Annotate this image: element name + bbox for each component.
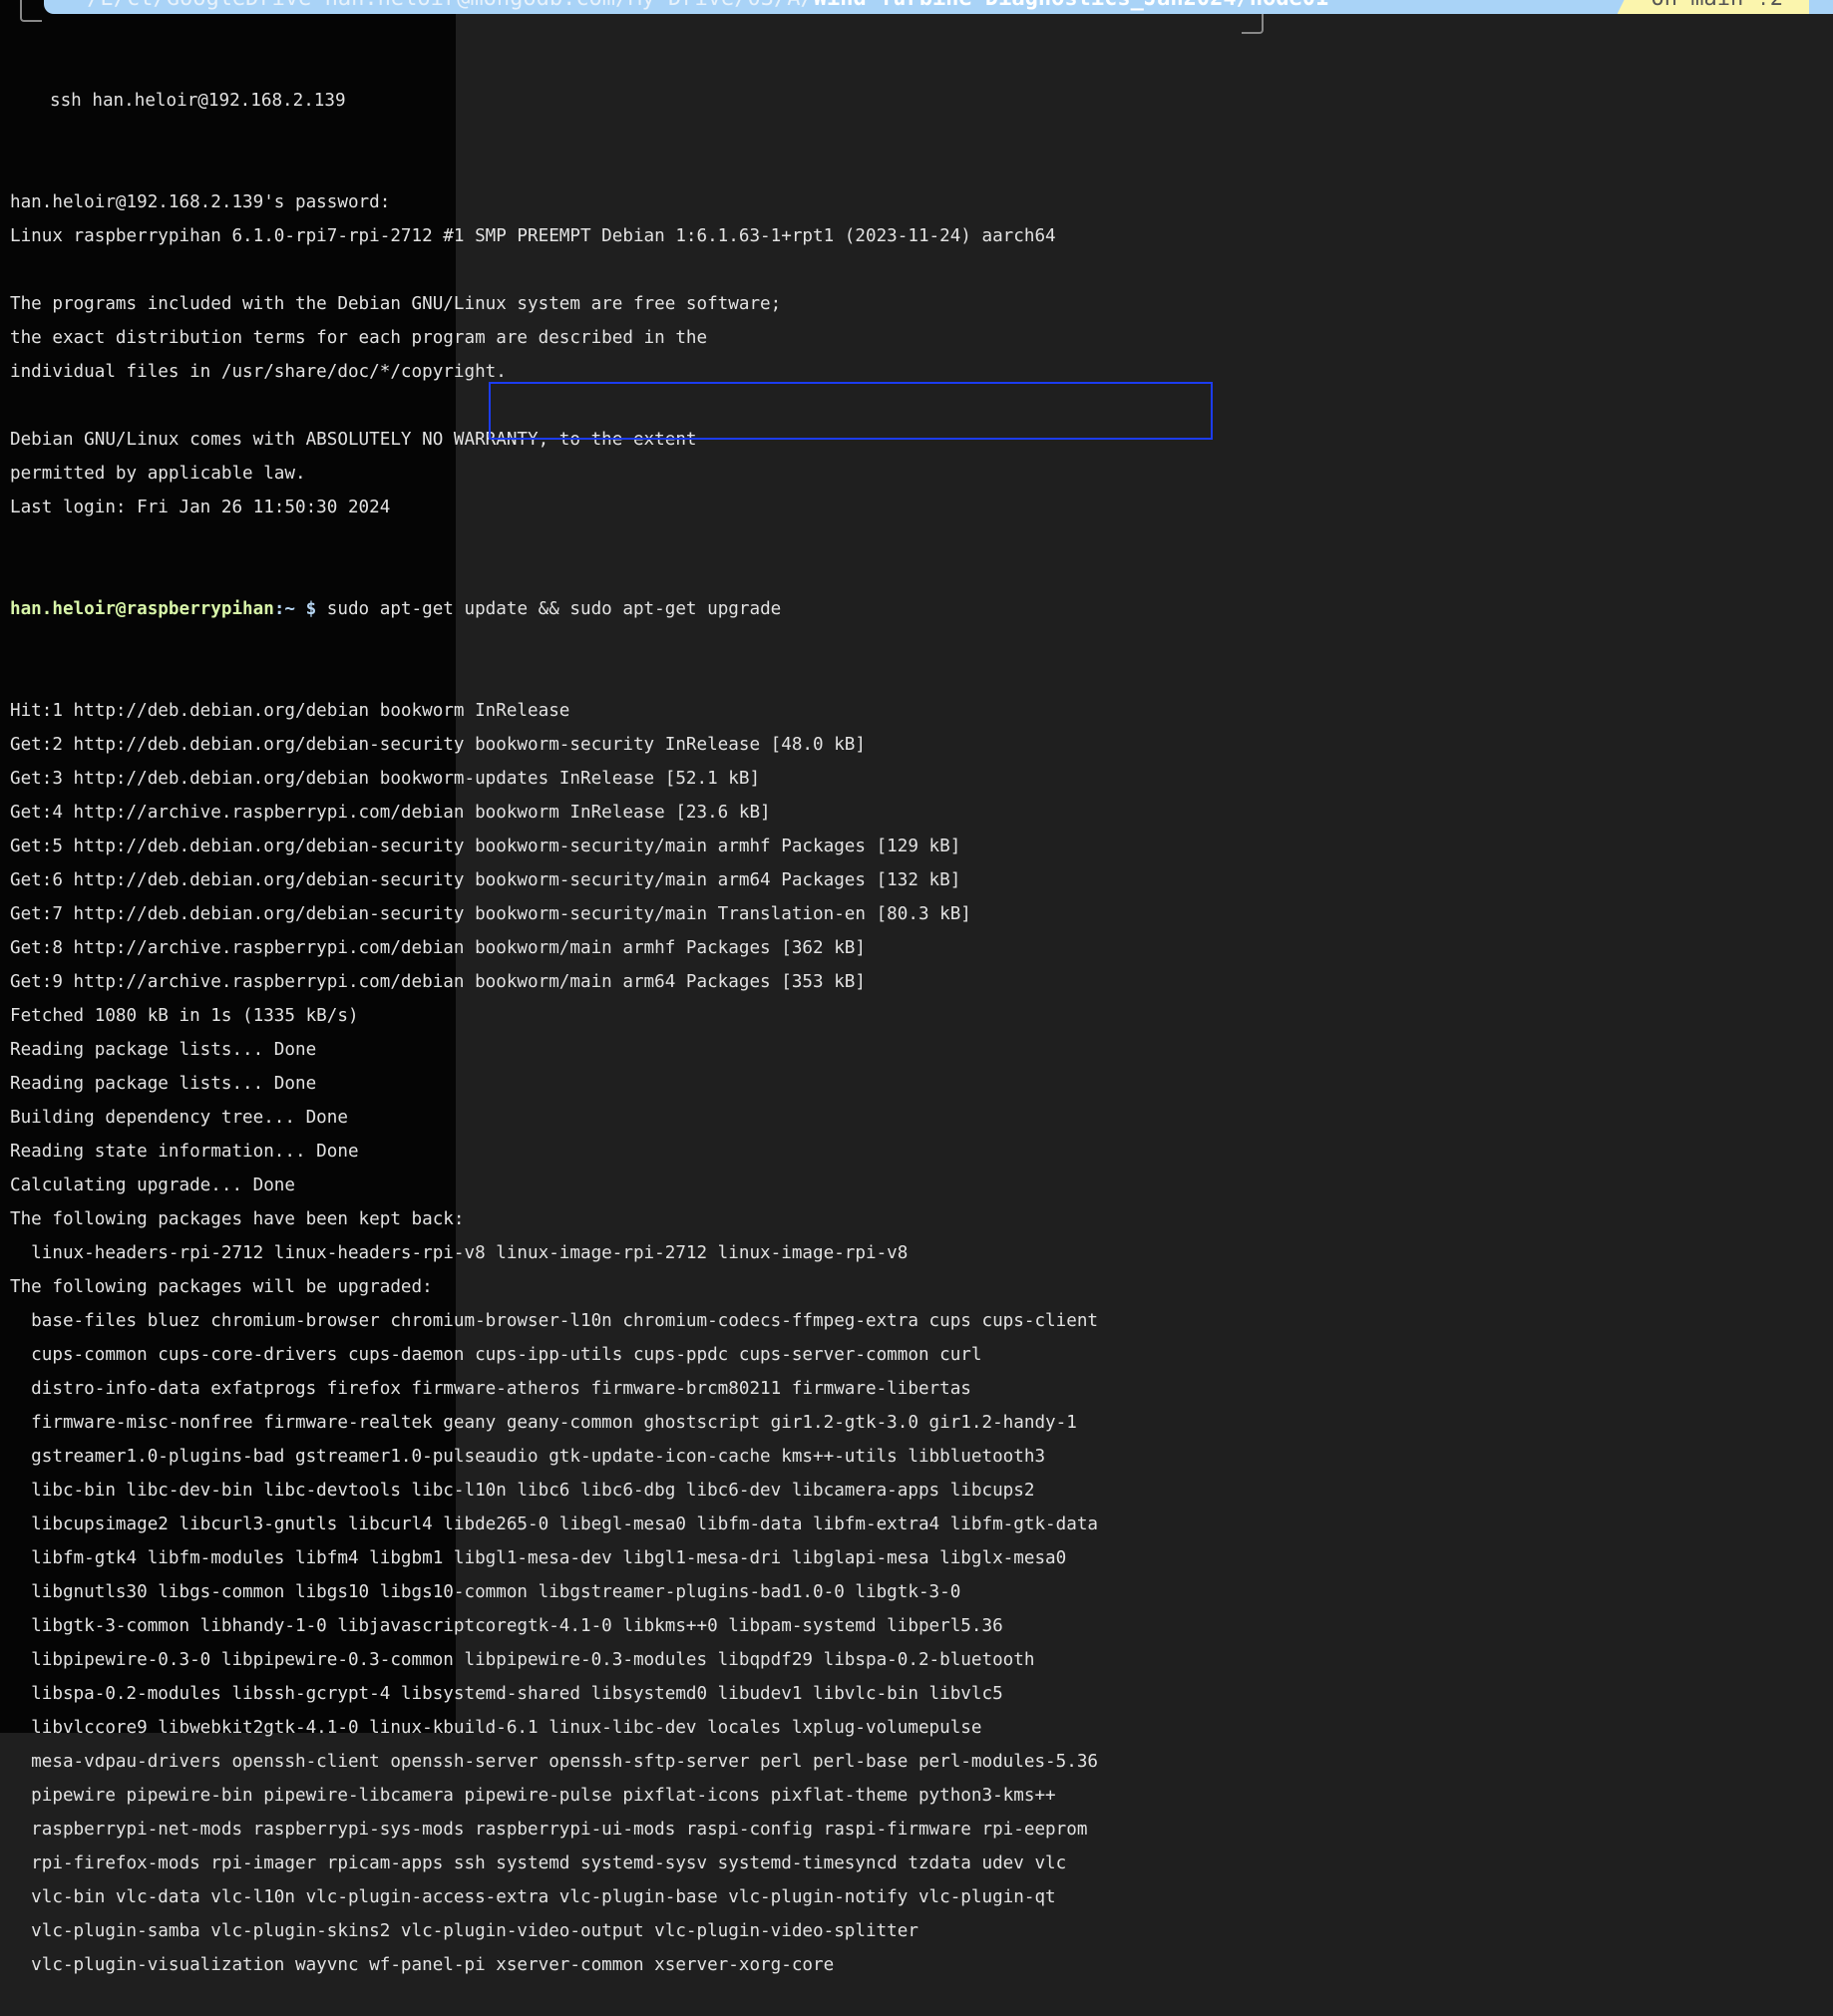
output-line: firmware-misc-nonfree firmware-realtek g… [10,1413,1077,1433]
prompt-symbol: $ [305,599,327,619]
output-line: vlc-plugin-samba vlc-plugin-skins2 vlc-p… [10,1921,918,1941]
ssh-command-line: ssh han.heloir@192.168.2.139 [50,91,346,111]
output-line: Get:4 http://archive.raspberrypi.com/deb… [10,803,771,823]
output-line: libc-bin libc-dev-bin libc-devtools libc… [10,1481,1035,1501]
output-line: Calculating upgrade... Done [10,1176,295,1195]
output-line: libvlccore9 libwebkit2gtk-4.1-0 linux-kb… [10,1718,982,1738]
shell-prompt-header: ~/E/ct/GoogleDrive-han.heloir@mongodb.co… [44,0,1833,14]
output-line: Get:8 http://archive.raspberrypi.com/deb… [10,938,866,958]
command-output: Hit:1 http://deb.debian.org/debian bookw… [10,694,1098,1982]
output-line: libcupsimage2 libcurl3-gnutls libcurl4 l… [10,1514,1099,1534]
output-line: The following packages will be upgraded: [10,1277,433,1297]
output-line: Get:2 http://deb.debian.org/debian-secur… [10,735,866,755]
terminal-output[interactable]: ssh han.heloir@192.168.2.139 han.heloir@… [10,16,1098,2016]
output-line: vlc-bin vlc-data vlc-l10n vlc-plugin-acc… [10,1887,1056,1907]
output-line: Get:7 http://deb.debian.org/debian-secur… [10,904,971,924]
command-prompt-line: han.heloir@raspberrypihan:~ $ sudo apt-g… [10,592,1098,626]
output-line: Reading package lists... Done [10,1074,317,1094]
output-line: Last login: Fri Jan 26 11:50:30 2024 [10,498,391,517]
output-line: Hit:1 http://deb.debian.org/debian bookw… [10,701,570,721]
output-line: The following packages have been kept ba… [10,1209,465,1229]
output-line: Linux raspberrypihan 6.1.0-rpi7-rpi-2712… [10,226,1056,246]
output-line: linux-headers-rpi-2712 linux-headers-rpi… [10,1243,909,1263]
output-line: Get:3 http://deb.debian.org/debian bookw… [10,769,761,789]
output-line: Fetched 1080 kB in 1s (1335 kB/s) [10,1006,359,1026]
output-line: Reading package lists... Done [10,1040,317,1060]
output-line: libspa-0.2-modules libssh-gcrypt-4 libsy… [10,1684,1003,1704]
command-highlight-box [489,382,1213,440]
output-line: vlc-plugin-visualization wayvnc wf-panel… [10,1955,835,1975]
prompt-bracket-end [1242,14,1264,34]
output-line: Building dependency tree... Done [10,1108,348,1128]
output-line: libfm-gtk4 libfm-modules libfm4 libgbm1 … [10,1548,1067,1568]
current-directory: ~/E/ct/GoogleDrive-han.heloir@mongodb.co… [74,0,1328,12]
output-line: permitted by applicable law. [10,464,306,484]
output-line: gstreamer1.0-plugins-bad gstreamer1.0-pu… [10,1447,1046,1467]
output-line: pipewire pipewire-bin pipewire-libcamera… [10,1786,1056,1806]
output-line: libpipewire-0.3-0 libpipewire-0.3-common… [10,1650,1035,1670]
output-line: mesa-vdpau-drivers openssh-client openss… [10,1752,1099,1772]
output-line: raspberrypi-net-mods raspberrypi-sys-mod… [10,1820,1088,1840]
output-line: Get:6 http://deb.debian.org/debian-secur… [10,870,961,890]
output-line: libgnutls30 libgs-common libgs10 libgs10… [10,1582,961,1602]
output-line: Reading state information... Done [10,1142,359,1162]
output-line: the exact distribution terms for each pr… [10,328,708,348]
output-line: distro-info-data exfatprogs firefox firm… [10,1379,971,1399]
output-line: Get:9 http://archive.raspberrypi.com/deb… [10,972,866,992]
git-status-badge: on main !2 [1617,0,1809,14]
output-line: The programs included with the Debian GN… [10,294,782,314]
entered-command: sudo apt-get update && sudo apt-get upgr… [326,599,782,619]
path-prefix: ~/E/ct/GoogleDrive-han.heloir@mongodb.co… [74,0,814,11]
output-line: base-files bluez chromium-browser chromi… [10,1311,1099,1331]
output-line: rpi-firefox-mods rpi-imager rpicam-apps … [10,1853,1067,1873]
output-line: libgtk-3-common libhandy-1-0 libjavascri… [10,1616,1003,1636]
login-banner: han.heloir@192.168.2.139's password: Linu… [10,185,1098,524]
prompt-path: :~ [273,599,306,619]
output-line: han.heloir@192.168.2.139's password: [10,192,391,212]
output-line: Get:5 http://deb.debian.org/debian-secur… [10,837,961,856]
prompt-user: han.heloir@raspberrypihan [10,599,274,619]
path-current: Wind-Turbine-Diagnostics_Jan2024/node01 [814,0,1329,11]
output-line: cups-common cups-core-drivers cups-daemo… [10,1345,982,1365]
